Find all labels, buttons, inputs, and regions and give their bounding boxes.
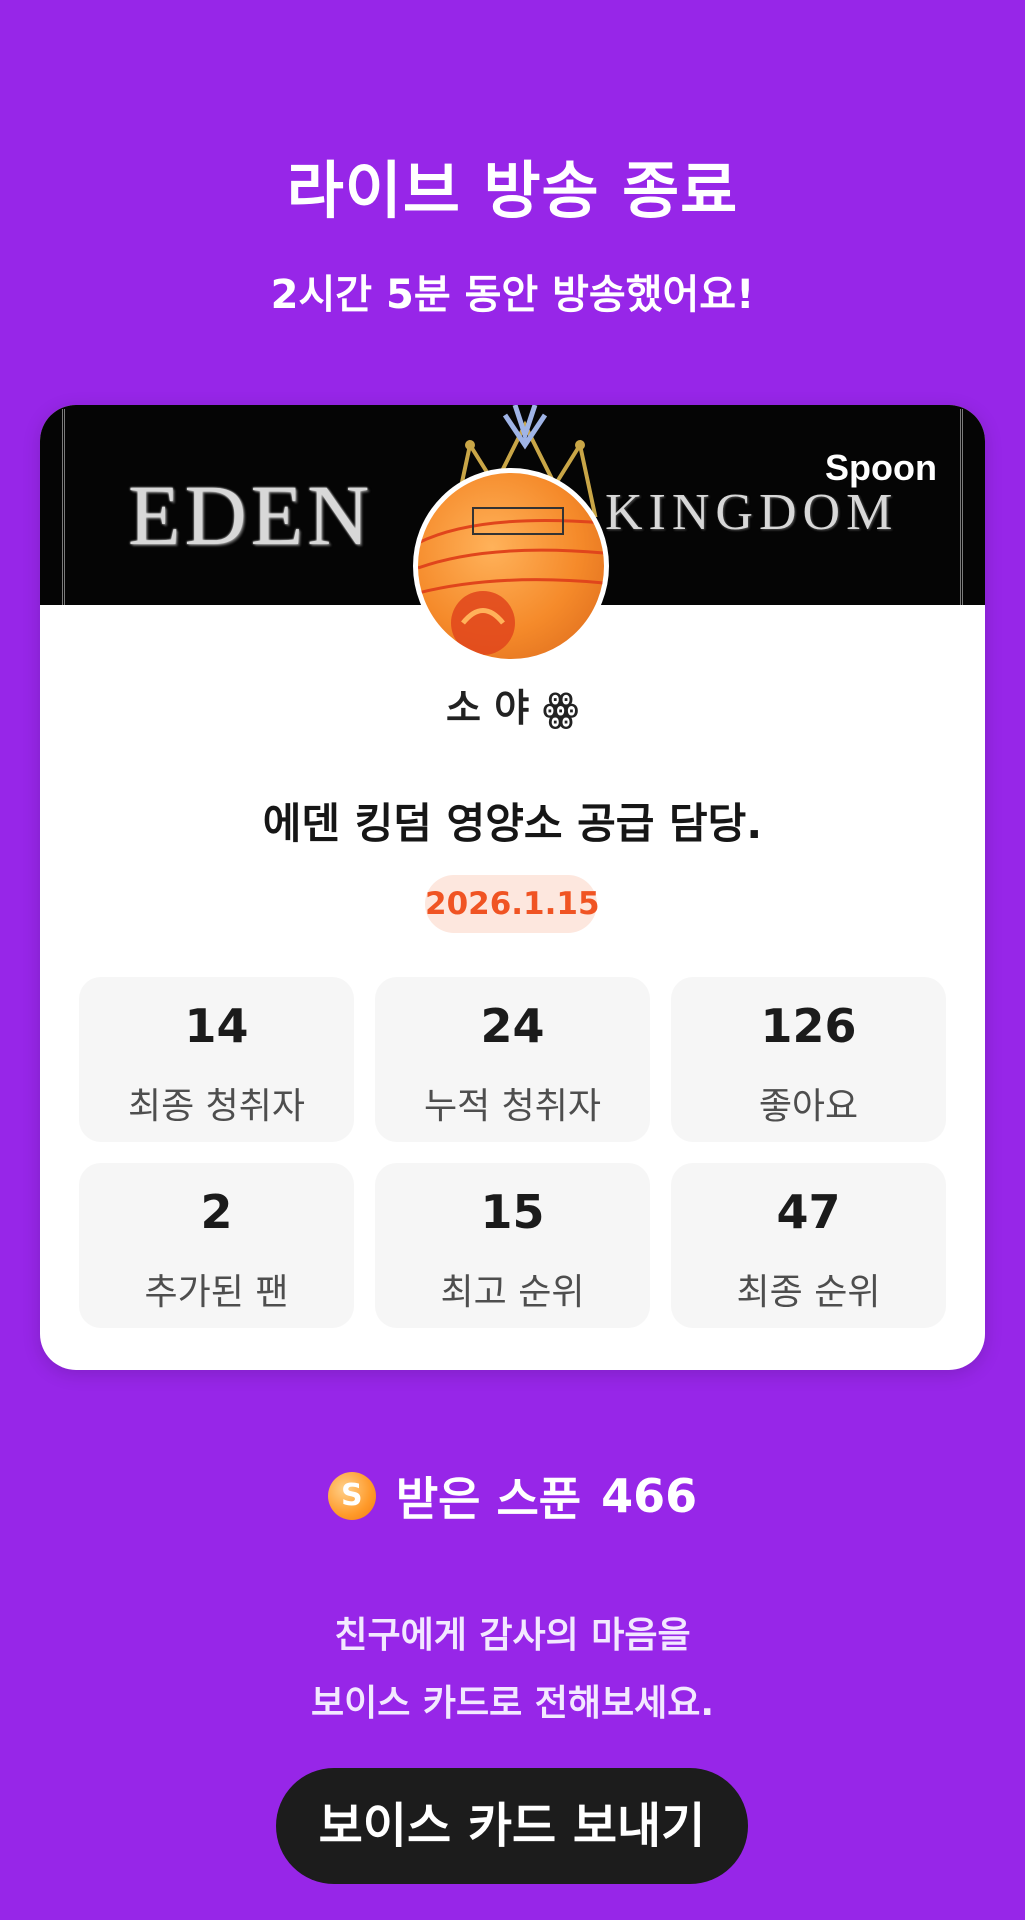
room-title: 에덴 킹덤 영양소 공급 담당. (262, 799, 763, 848)
avatar-image (418, 507, 604, 655)
stat-likes: 126 좋아요 (671, 977, 946, 1142)
banner-text-eden: EDEN (128, 467, 374, 563)
send-voice-card-button[interactable]: 보이스 카드 보내기 (276, 1768, 748, 1884)
stat-value: 14 (184, 999, 249, 1053)
stat-value: 2 (200, 1185, 233, 1239)
page-title: 라이브 방송 종료 (286, 154, 739, 227)
stat-best-rank: 15 최고 순위 (375, 1163, 650, 1328)
stat-label: 최종 순위 (736, 1272, 881, 1313)
banner-text-kingdom: KINGDOM (605, 484, 899, 541)
spoon-logo: Spoon (825, 447, 937, 488)
broadcast-summary-card: EDEN KINGDOM Spoon 소 야 ꙮ 에덴 킹덤 영양소 공급 담당… (40, 405, 985, 1370)
stat-label: 추가된 팬 (144, 1272, 289, 1313)
stat-final-rank: 47 최종 순위 (671, 1163, 946, 1328)
received-spoons: S 받은 스푼 466 (0, 1462, 1025, 1526)
thanks-message-line1: 친구에게 감사의 마음을 (334, 1615, 691, 1656)
thanks-message-line2: 보이스 카드로 전해보세요. (310, 1683, 715, 1724)
spoon-coin-icon: S (327, 1472, 376, 1520)
date-badge: 2026.1.15 (425, 875, 600, 933)
username: 소 야 ꙮ (446, 686, 579, 730)
stat-value: 24 (480, 999, 545, 1053)
stat-new-fans: 2 추가된 팬 (79, 1163, 354, 1328)
stat-value: 126 (760, 999, 857, 1053)
stat-label: 최고 순위 (440, 1272, 585, 1313)
stat-total-listeners: 24 누적 청취자 (375, 977, 650, 1142)
avatar[interactable] (413, 468, 609, 664)
received-spoons-value: 466 (601, 1469, 698, 1523)
received-spoons-label: 받은 스푼 (395, 1472, 582, 1526)
stat-value: 47 (776, 1185, 841, 1239)
stat-final-listeners: 14 최종 청취자 (79, 977, 354, 1142)
broadcast-duration: 2시간 5분 동안 방송했어요! (270, 272, 755, 318)
stat-label: 누적 청취자 (423, 1086, 602, 1127)
stat-label: 좋아요 (758, 1086, 859, 1127)
stat-label: 최종 청취자 (127, 1086, 306, 1127)
stat-value: 15 (480, 1185, 545, 1239)
